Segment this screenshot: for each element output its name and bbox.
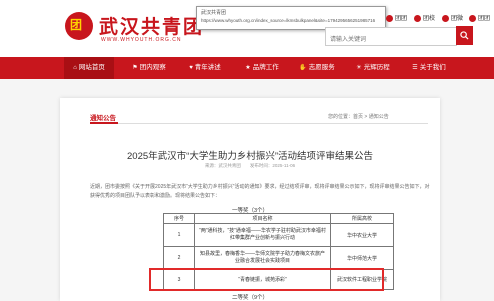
nav-qingnian[interactable]: ♥ 青年讲述 [180,57,230,79]
row-name: 知县故里，春梅香华——华师文院学子助力春梅文农旅产业融合发展社会实践项目 [194,246,331,270]
nav-guanghui[interactable]: ☀ 光辉历程 [348,57,398,79]
link-dot-icon [442,14,449,22]
article-paragraph: 近期，团市委按照《关于开展2025年武汉市“大学生助力乡村振兴”活动的通知》要求… [90,184,430,199]
table-row: 2 知县故里，春梅香华——华师文院学子助力春梅文农旅产业融合发展社会实践项目 华… [163,246,394,270]
link-dot-icon [414,14,421,22]
info-icon: ☰ [412,65,418,71]
logo-mark: 团 [70,18,83,32]
nav-pinpai[interactable]: ★ 品牌工作 [237,57,287,79]
hand-icon: ✋ [299,65,307,71]
row-name: “两”通科技，“技”通幸福——华农学子驻村助武汉市幸福村红带集群产业创新与振兴行… [194,223,331,247]
tooltip-url: https://www.whyouth.org.cn/index_source=… [201,18,376,23]
row-school: 华中农业大学 [330,223,394,247]
link-dot-icon [469,14,476,22]
search-input[interactable] [326,32,444,48]
breadcrumb: 您的位置：首页 > 通知公告 [328,114,389,120]
top-link-4[interactable]: 团团 [469,13,490,22]
table-row: 1 “两”通科技，“技”通幸福——华农学子驻村助武汉市幸福村红带集群产业创新与振… [163,223,394,247]
logo-emblem-icon[interactable]: 团 [65,12,93,40]
search-icon [460,31,469,40]
table-header-name: 项目名称 [194,213,331,224]
row-no: 1 [163,223,195,247]
light-icon: ☀ [356,65,362,71]
highlight-box [149,268,384,291]
nav-guanyu[interactable]: ☰ 关于我们 [404,57,454,79]
site-header: 团 武汉共青团 WWW.WHYOUTH.ORG.CN 武汉共青团 https:/… [0,0,494,57]
table-header-school: 所属高校 [330,213,394,224]
nav-zhiyuan[interactable]: ✋ 志愿服务 [292,57,342,79]
flag-icon: ⚑ [132,65,138,71]
table-header-no: 序号 [163,213,195,224]
heart-icon: ♥ [189,65,193,71]
section-title: 通知公告 [90,115,116,122]
tooltip-title: 武汉共青团 [201,10,227,16]
link-dot-icon [386,14,393,22]
main-nav: ⌂ 网站首页 ⚑ 团内观察 ♥ 青年讲述 ★ 品牌工作 ✋ 志愿服务 ☀ 光辉历程 ☰ 关于我… [0,57,494,79]
search-button[interactable] [456,26,473,45]
section-divider [90,123,428,124]
nav-tuannei[interactable]: ⚑ 团内观察 [124,57,174,79]
article-meta: 来源：武汉共青团 发布时间：2025-11-06 [204,163,296,168]
site-logo-url: WWW.WHYOUTH.ORG.CN [101,37,182,43]
section-divider-accent [90,122,118,124]
row-school: 华中师范大学 [330,246,394,270]
top-link-1[interactable]: 团团 [386,13,407,22]
star-icon: ★ [245,65,251,71]
top-link-3[interactable]: 团微 [442,13,463,22]
award-group-title-2: 二等奖（9个） [231,295,269,301]
home-icon: ⌂ [73,65,77,71]
nav-home[interactable]: ⌂ 网站首页 [64,57,114,79]
site-logo-text[interactable]: 武汉共青团 [99,12,204,39]
row-no: 2 [163,246,195,270]
article-title: 2025年武汉市“大学生助力乡村振兴”活动结项评审结果公告 [127,151,373,162]
search-box [325,27,457,48]
top-link-2[interactable]: 团校 [414,13,435,22]
table-header-row: 序号 项目名称 所属高校 [163,213,394,224]
